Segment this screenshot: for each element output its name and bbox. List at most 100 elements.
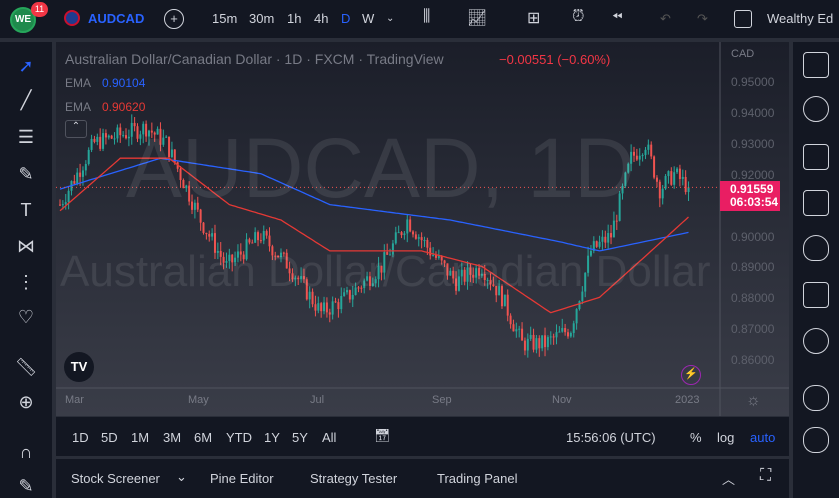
candle-body [612, 220, 615, 238]
candle-body [523, 340, 526, 351]
candle-body [569, 332, 572, 337]
candle-body [638, 155, 641, 160]
heart-icon[interactable]: ♡ [14, 305, 38, 329]
layout-icon[interactable]: ⊞ [527, 8, 540, 28]
bottom-toolbar: 1D 5D 1M 3M 6M YTD 1Y 5Y All 📅︎ 15:56:06 (UTC) %… [56, 416, 789, 456]
auto-toggle[interactable]: auto [750, 430, 775, 445]
alarm-clock-icon[interactable] [803, 96, 829, 122]
candle-body [561, 328, 564, 332]
tab-trading-panel[interactable]: Trading Panel [437, 471, 517, 486]
candle-body [644, 149, 647, 156]
candle-body [650, 144, 653, 157]
ideas-bulb-icon[interactable] [803, 328, 829, 354]
candle-body [334, 301, 337, 303]
undo-icon[interactable]: ↶ [660, 11, 671, 27]
range-1y[interactable]: 1Y [264, 430, 280, 445]
magnet-icon[interactable]: ∩ [14, 440, 38, 464]
flag-icon [64, 10, 80, 26]
candle-body [555, 332, 558, 338]
ema2-value: 0.90620 [102, 100, 146, 114]
percent-toggle[interactable]: % [690, 430, 702, 445]
time-tick: Mar [65, 394, 84, 406]
candle-body [575, 309, 578, 324]
cursor-icon[interactable]: ➚ [14, 54, 38, 78]
range-5d[interactable]: 5D [101, 430, 118, 445]
fullscreen-checkbox[interactable] [734, 10, 752, 28]
brush-icon[interactable]: ✎ [14, 162, 38, 186]
alert-icon[interactable]: ⏰︎ [572, 8, 584, 26]
replay-icon[interactable]: ⏪︎ [612, 9, 622, 25]
currency-selector[interactable]: CAD [731, 48, 754, 60]
candle-body [93, 138, 96, 142]
interval-4h[interactable]: 4h [314, 11, 328, 26]
compare-add-icon[interactable]: + [164, 9, 184, 29]
news-icon[interactable] [803, 144, 829, 170]
collapse-legend-button[interactable]: ⌃ [65, 120, 87, 138]
ruler-icon[interactable]: 📏︎ [14, 355, 38, 379]
price-chart[interactable] [56, 42, 789, 416]
zoom-icon[interactable]: ⊕ [14, 390, 38, 414]
watchlist-icon[interactable] [803, 52, 829, 78]
lock-icon[interactable]: ✎ [14, 474, 38, 498]
chart-pane[interactable]: AUDCAD, 1D Australian Dollar/Canadian Do… [56, 42, 789, 416]
candle-body [113, 138, 116, 140]
clock[interactable]: 15:56:06 (UTC) [566, 430, 656, 445]
range-3m[interactable]: 3M [163, 430, 181, 445]
tradingview-logo[interactable]: TV [64, 352, 94, 382]
price-tick: 0.89000 [731, 260, 775, 275]
pattern-icon[interactable]: ⋈ [14, 234, 38, 258]
log-toggle[interactable]: log [717, 430, 734, 445]
candle-body [578, 301, 581, 310]
indicators-icon[interactable]: 📈︎ [467, 8, 487, 28]
candle-body [509, 315, 512, 325]
range-1m[interactable]: 1M [131, 430, 149, 445]
candle-body [549, 336, 552, 338]
candle-body [604, 236, 607, 243]
interval-30m[interactable]: 30m [249, 11, 274, 26]
price-tick: 0.94000 [731, 105, 775, 120]
redo-icon[interactable]: ↷ [697, 11, 708, 27]
trendline-icon[interactable]: ╱ [14, 88, 38, 112]
date-range-icon[interactable]: 📅︎ [374, 428, 391, 444]
range-all[interactable]: All [322, 430, 336, 445]
fib-icon[interactable]: ☰ [14, 125, 38, 149]
candle-body [268, 235, 271, 247]
tab-pine-editor[interactable]: Pine Editor [210, 471, 274, 486]
candle-body [400, 232, 403, 236]
chevron-down-icon[interactable]: ⌄ [386, 13, 394, 24]
interval-w[interactable]: W [362, 11, 374, 26]
tab-strategy-tester[interactable]: Strategy Tester [310, 471, 397, 486]
symbol-search[interactable]: AUDCAD [88, 11, 144, 26]
candle-body [512, 324, 515, 332]
candles-icon[interactable]: ⫼ [423, 8, 430, 26]
interval-1h[interactable]: 1h [287, 11, 301, 26]
chat-icon[interactable] [803, 385, 829, 411]
top-toolbar: WE 11 AUDCAD + 15m 30m 1h 4h D W ⌄ ⫼ 📈︎ … [0, 0, 839, 38]
hotlist-flame-icon[interactable] [803, 235, 829, 261]
calendar-icon[interactable] [803, 282, 829, 308]
interval-d[interactable]: D [341, 11, 350, 26]
range-ytd[interactable]: YTD [226, 430, 252, 445]
collapse-panel-icon[interactable]: ︿ [722, 469, 735, 488]
candle-body [558, 331, 561, 333]
range-1d[interactable]: 1D [72, 430, 89, 445]
candle-body [564, 328, 567, 333]
candle-body [423, 240, 426, 242]
range-5y[interactable]: 5Y [292, 430, 308, 445]
candle-body [681, 176, 684, 179]
help-icon[interactable] [803, 427, 829, 453]
interval-15m[interactable]: 15m [212, 11, 237, 26]
candle-body [116, 127, 119, 139]
candle-body [119, 127, 122, 136]
tab-stock-screener[interactable]: Stock Screener [71, 471, 160, 486]
maximize-panel-icon[interactable]: ⛶ [760, 467, 771, 485]
prediction-icon[interactable]: ⋮ [14, 270, 38, 294]
chevron-down-icon[interactable]: ⌄ [176, 469, 187, 485]
lightning-icon[interactable]: ⚡ [681, 365, 701, 385]
layout-name[interactable]: Wealthy Ed [767, 11, 833, 26]
text-icon[interactable]: T [14, 198, 38, 222]
candle-body [107, 135, 110, 138]
add-list-icon[interactable] [803, 190, 829, 216]
settings-gear-icon[interactable]: ☼ [746, 392, 761, 410]
range-6m[interactable]: 6M [194, 430, 212, 445]
